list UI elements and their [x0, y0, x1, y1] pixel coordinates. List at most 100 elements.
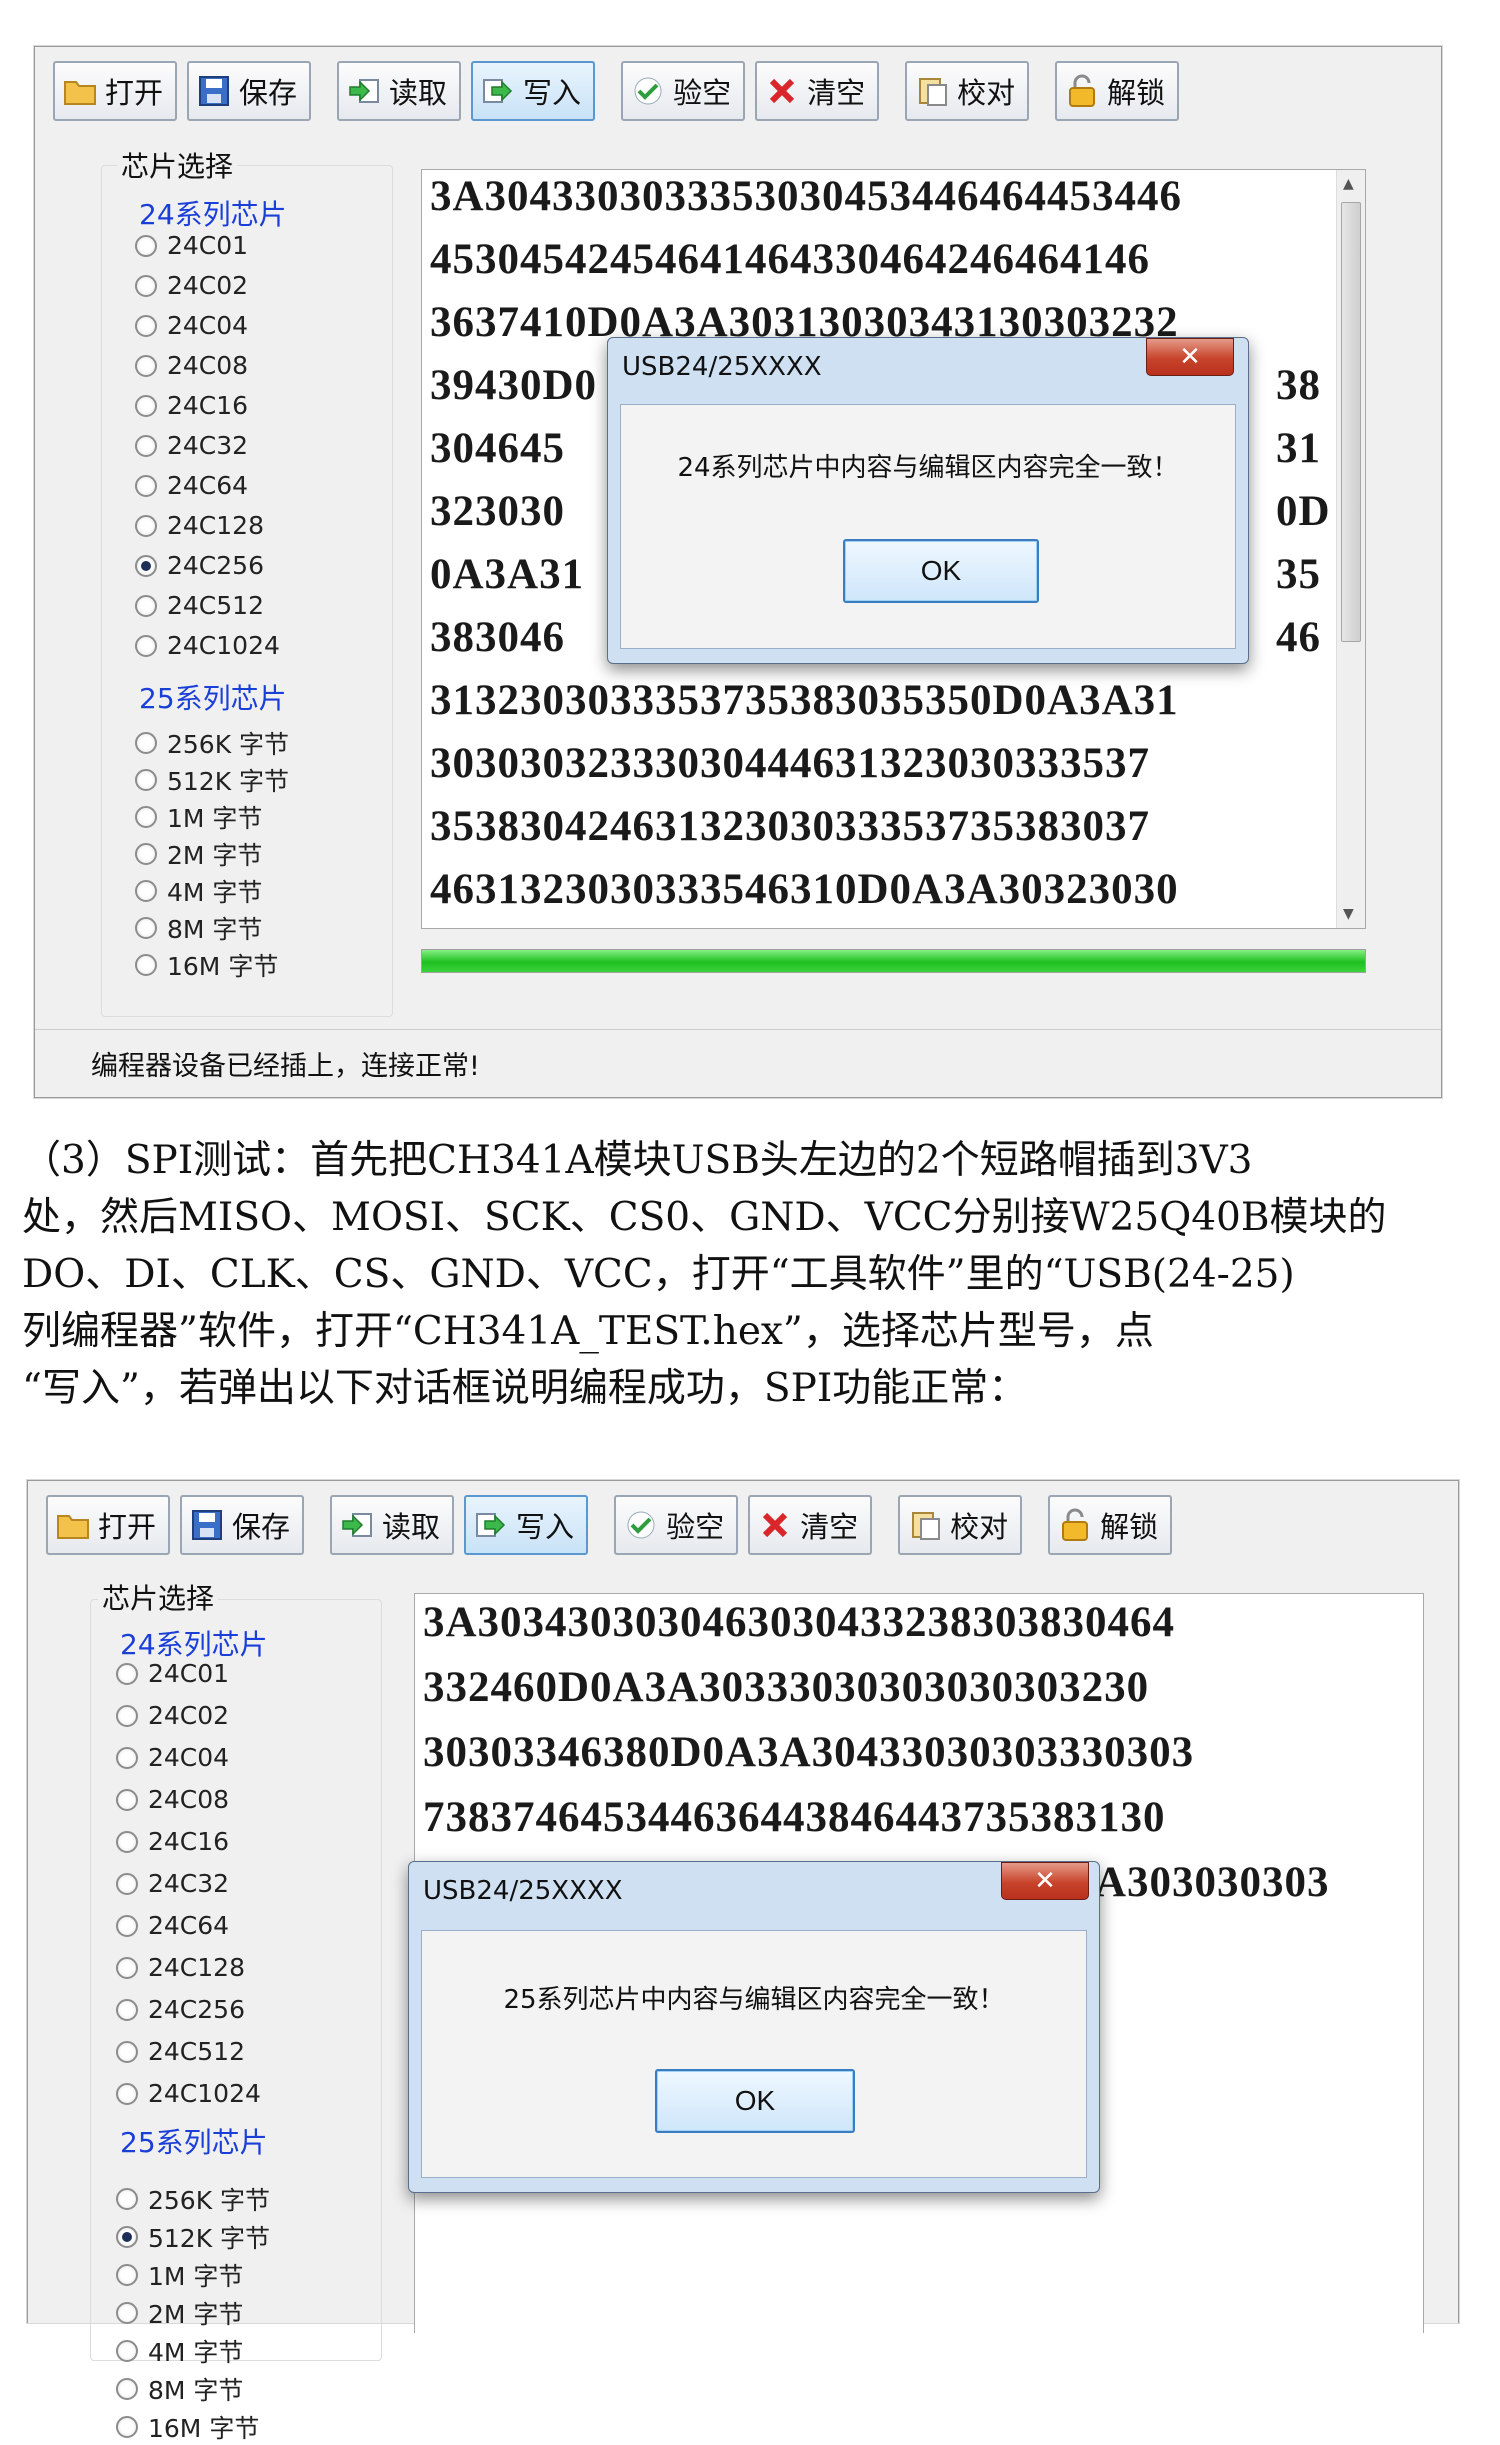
radio-button[interactable] — [116, 1746, 138, 1769]
radio-button[interactable] — [116, 1788, 138, 1811]
radio-24-24c512[interactable]: 24C512 — [116, 2037, 245, 2066]
radio-25-1m-字节[interactable]: 1M 字节 — [135, 799, 262, 835]
radio-25-256k-字节[interactable]: 256K 字节 — [116, 2181, 270, 2217]
radio-24-24c256[interactable]: 24C256 — [116, 1995, 245, 2024]
radio-25-512k-字节[interactable]: 512K 字节 — [116, 2219, 270, 2255]
radio-24-24c01[interactable]: 24C01 — [135, 231, 248, 260]
radio-24-24c04[interactable]: 24C04 — [135, 311, 248, 340]
erase-button[interactable]: 清空 — [755, 61, 880, 121]
radio-button[interactable] — [116, 2226, 138, 2248]
radio-button[interactable] — [135, 234, 157, 257]
verify-button[interactable]: 校对 — [905, 61, 1030, 121]
radio-button[interactable] — [135, 594, 157, 617]
write-button[interactable]: 写入 — [471, 61, 596, 121]
radio-button[interactable] — [116, 2378, 138, 2400]
radio-button[interactable] — [116, 2416, 138, 2438]
unlock-button[interactable]: 解锁 — [1048, 1495, 1173, 1555]
radio-24-24c256[interactable]: 24C256 — [135, 551, 264, 580]
radio-25-4m-字节[interactable]: 4M 字节 — [135, 873, 262, 909]
radio-button[interactable] — [135, 634, 157, 657]
radio-25-8m-字节[interactable]: 8M 字节 — [116, 2371, 243, 2407]
radio-button[interactable] — [116, 1872, 138, 1895]
radio-button[interactable] — [116, 2302, 138, 2324]
radio-25-1m-字节[interactable]: 1M 字节 — [116, 2257, 243, 2293]
write-button[interactable]: 写入 — [464, 1495, 589, 1555]
close-icon[interactable]: ✕ — [1001, 1862, 1089, 1900]
chip-select-title: 芯片选择 — [98, 1577, 219, 1617]
radio-button[interactable] — [116, 1956, 138, 1979]
open-button[interactable]: 打开 — [46, 1495, 171, 1555]
radio-button[interactable] — [135, 732, 157, 754]
radio-button[interactable] — [135, 769, 157, 791]
radio-24-24c01[interactable]: 24C01 — [116, 1659, 229, 1688]
radio-button[interactable] — [135, 514, 157, 537]
radio-button[interactable] — [135, 917, 157, 939]
blank-check-button[interactable]: 验空 — [614, 1495, 739, 1555]
radio-24-24c32[interactable]: 24C32 — [135, 431, 248, 460]
radio-24-24c08[interactable]: 24C08 — [116, 1785, 229, 1814]
radio-24-24c16[interactable]: 24C16 — [116, 1827, 229, 1856]
radio-24-24c08[interactable]: 24C08 — [135, 351, 248, 380]
radio-label: 8M 字节 — [167, 915, 263, 944]
radio-24-24c128[interactable]: 24C128 — [116, 1953, 245, 1982]
radio-button[interactable] — [135, 274, 157, 297]
radio-24-24c02[interactable]: 24C02 — [116, 1701, 229, 1730]
radio-button[interactable] — [116, 2264, 138, 2286]
radio-button[interactable] — [135, 954, 157, 976]
radio-button[interactable] — [116, 1662, 138, 1685]
radio-label: 16M 字节 — [148, 2414, 260, 2443]
radio-button[interactable] — [116, 1830, 138, 1853]
radio-24-24c128[interactable]: 24C128 — [135, 511, 264, 540]
radio-button[interactable] — [135, 354, 157, 377]
radio-25-16m-字节[interactable]: 16M 字节 — [116, 2409, 259, 2445]
radio-button[interactable] — [116, 2040, 138, 2063]
erase-button[interactable]: 清空 — [748, 1495, 873, 1555]
series-25-title: 25系列芯片 — [120, 2126, 268, 2159]
radio-button[interactable] — [135, 314, 157, 337]
blank-check-button[interactable]: 验空 — [621, 61, 746, 121]
read-button[interactable]: 读取 — [337, 61, 462, 121]
radio-24-24c64[interactable]: 24C64 — [116, 1911, 229, 1940]
radio-24-24c1024[interactable]: 24C1024 — [135, 631, 280, 660]
radio-button[interactable] — [135, 843, 157, 865]
radio-25-2m-字节[interactable]: 2M 字节 — [135, 836, 262, 872]
radio-button[interactable] — [135, 434, 157, 457]
save-button[interactable]: 保存 — [180, 1495, 305, 1555]
padlock-icon — [1065, 74, 1099, 108]
radio-24-24c1024[interactable]: 24C1024 — [116, 2079, 261, 2108]
radio-24-24c02[interactable]: 24C02 — [135, 271, 248, 300]
radio-button[interactable] — [116, 1704, 138, 1727]
scroll-thumb[interactable] — [1341, 202, 1361, 642]
radio-25-512k-字节[interactable]: 512K 字节 — [135, 762, 289, 798]
radio-button[interactable] — [116, 2188, 138, 2210]
radio-24-24c512[interactable]: 24C512 — [135, 591, 264, 620]
radio-button[interactable] — [135, 554, 157, 577]
radio-button[interactable] — [135, 474, 157, 497]
open-button[interactable]: 打开 — [53, 61, 178, 121]
ok-button[interactable]: OK — [655, 2069, 855, 2133]
radio-label: 24C01 — [167, 231, 249, 260]
radio-24-24c64[interactable]: 24C64 — [135, 471, 248, 500]
radio-button[interactable] — [116, 2082, 138, 2105]
radio-25-16m-字节[interactable]: 16M 字节 — [135, 947, 278, 983]
radio-25-8m-字节[interactable]: 8M 字节 — [135, 910, 262, 946]
radio-24-24c32[interactable]: 24C32 — [116, 1869, 229, 1898]
radio-button[interactable] — [116, 1998, 138, 2021]
editor-scrollbar[interactable]: ▲ ▼ — [1336, 170, 1365, 928]
verify-button[interactable]: 校对 — [898, 1495, 1023, 1555]
save-button[interactable]: 保存 — [187, 61, 312, 121]
radio-25-256k-字节[interactable]: 256K 字节 — [135, 725, 289, 761]
close-icon[interactable]: ✕ — [1146, 338, 1234, 376]
unlock-button[interactable]: 解锁 — [1055, 61, 1180, 121]
radio-button[interactable] — [116, 1914, 138, 1937]
radio-button[interactable] — [135, 394, 157, 417]
radio-button[interactable] — [135, 806, 157, 828]
radio-button[interactable] — [135, 880, 157, 902]
ok-button[interactable]: OK — [843, 539, 1039, 603]
radio-25-4m-字节[interactable]: 4M 字节 — [116, 2333, 243, 2369]
radio-24-24c04[interactable]: 24C04 — [116, 1743, 229, 1772]
radio-24-24c16[interactable]: 24C16 — [135, 391, 248, 420]
read-button[interactable]: 读取 — [330, 1495, 455, 1555]
radio-button[interactable] — [116, 2340, 138, 2362]
radio-25-2m-字节[interactable]: 2M 字节 — [116, 2295, 243, 2331]
